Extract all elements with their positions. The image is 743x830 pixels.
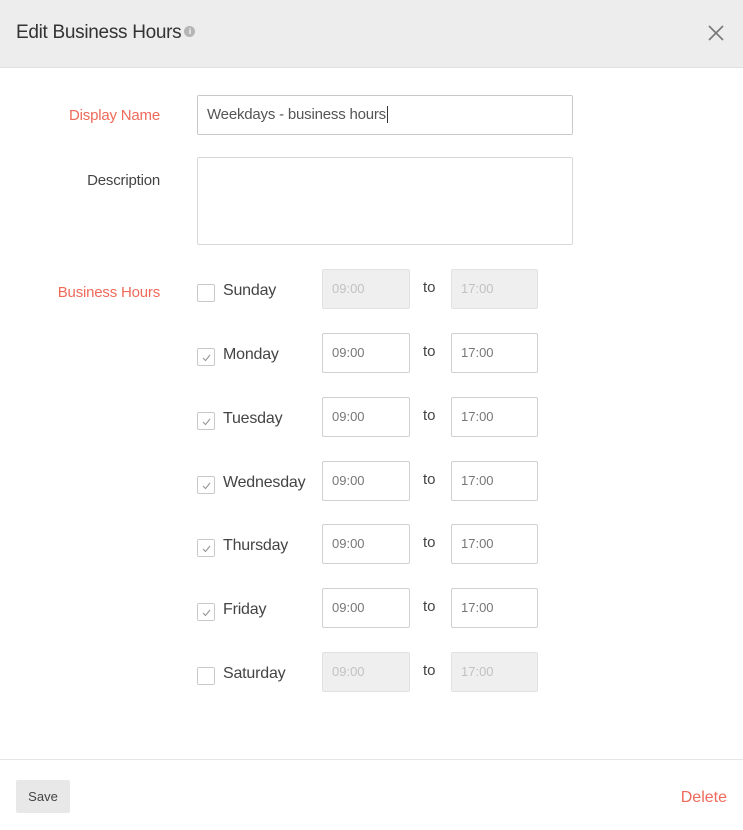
close-button[interactable] (707, 24, 725, 42)
day-label: Sunday (223, 282, 277, 299)
day-label: Wednesday (223, 474, 306, 491)
day-checkbox-tuesday[interactable] (197, 412, 215, 430)
day-checkbox-thursday[interactable] (197, 539, 215, 557)
day-row-wednesday: Wednesday 09:00 to 17:00 (0, 461, 743, 501)
to-separator: to (423, 407, 436, 424)
day-label: Friday (223, 601, 267, 618)
to-time-input[interactable]: 17:00 (451, 652, 538, 692)
checkmark-icon (202, 482, 211, 490)
day-label: Thursday (223, 537, 289, 554)
footer-divider (0, 759, 743, 760)
to-time-input[interactable]: 17:00 (451, 461, 538, 501)
day-checkbox-sunday[interactable] (197, 284, 215, 302)
display-name-input[interactable]: Weekdays - business hours (197, 95, 573, 135)
day-row-friday: Friday 09:00 to 17:00 (0, 588, 743, 628)
day-label: Tuesday (223, 410, 283, 427)
from-time-input[interactable]: 09:00 (322, 461, 410, 501)
day-row-thursday: Thursday 09:00 to 17:00 (0, 524, 743, 564)
from-time-input[interactable]: 09:00 (322, 588, 410, 628)
to-separator: to (423, 534, 436, 551)
close-icon (708, 25, 724, 41)
from-time-input[interactable]: 09:00 (322, 269, 410, 309)
from-time-input[interactable]: 09:00 (322, 333, 410, 373)
display-name-value: Weekdays - business hours (207, 106, 386, 123)
checkmark-icon (202, 418, 211, 426)
day-label: Saturday (223, 665, 286, 682)
description-label: Description (87, 172, 160, 189)
info-icon[interactable]: i (184, 26, 196, 38)
to-time-input[interactable]: 17:00 (451, 588, 538, 628)
text-caret (386, 105, 388, 123)
to-time-input[interactable]: 17:00 (451, 333, 538, 373)
from-time-input[interactable]: 09:00 (322, 397, 410, 437)
delete-link[interactable]: Delete (681, 789, 727, 807)
checkmark-icon (202, 354, 211, 362)
day-row-tuesday: Tuesday 09:00 to 17:00 (0, 397, 743, 437)
day-checkbox-saturday[interactable] (197, 667, 215, 685)
to-separator: to (423, 598, 436, 615)
day-row-saturday: Saturday 09:00 to 17:00 (0, 652, 743, 692)
to-time-input[interactable]: 17:00 (451, 524, 538, 564)
day-checkbox-friday[interactable] (197, 603, 215, 621)
day-label: Monday (223, 346, 279, 363)
from-time-input[interactable]: 09:00 (322, 652, 410, 692)
checkmark-icon (202, 545, 211, 553)
description-textarea[interactable] (197, 157, 573, 245)
dialog-title-text: Edit Business Hours (16, 22, 182, 43)
display-name-label: Display Name (69, 107, 160, 124)
to-separator: to (423, 343, 436, 360)
day-row-sunday: Sunday 09:00 to 17:00 (0, 269, 743, 309)
to-separator: to (423, 662, 436, 679)
checkmark-icon (202, 609, 211, 617)
save-button[interactable]: Save (16, 780, 70, 813)
dialog-title: Edit Business Hours i (16, 22, 196, 44)
day-row-monday: Monday 09:00 to 17:00 (0, 333, 743, 373)
to-separator: to (423, 471, 436, 488)
day-checkbox-wednesday[interactable] (197, 476, 215, 494)
dialog-header: Edit Business Hours i (0, 0, 743, 68)
to-time-input[interactable]: 17:00 (451, 269, 538, 309)
day-checkbox-monday[interactable] (197, 348, 215, 366)
from-time-input[interactable]: 09:00 (322, 524, 410, 564)
to-separator: to (423, 279, 436, 296)
to-time-input[interactable]: 17:00 (451, 397, 538, 437)
